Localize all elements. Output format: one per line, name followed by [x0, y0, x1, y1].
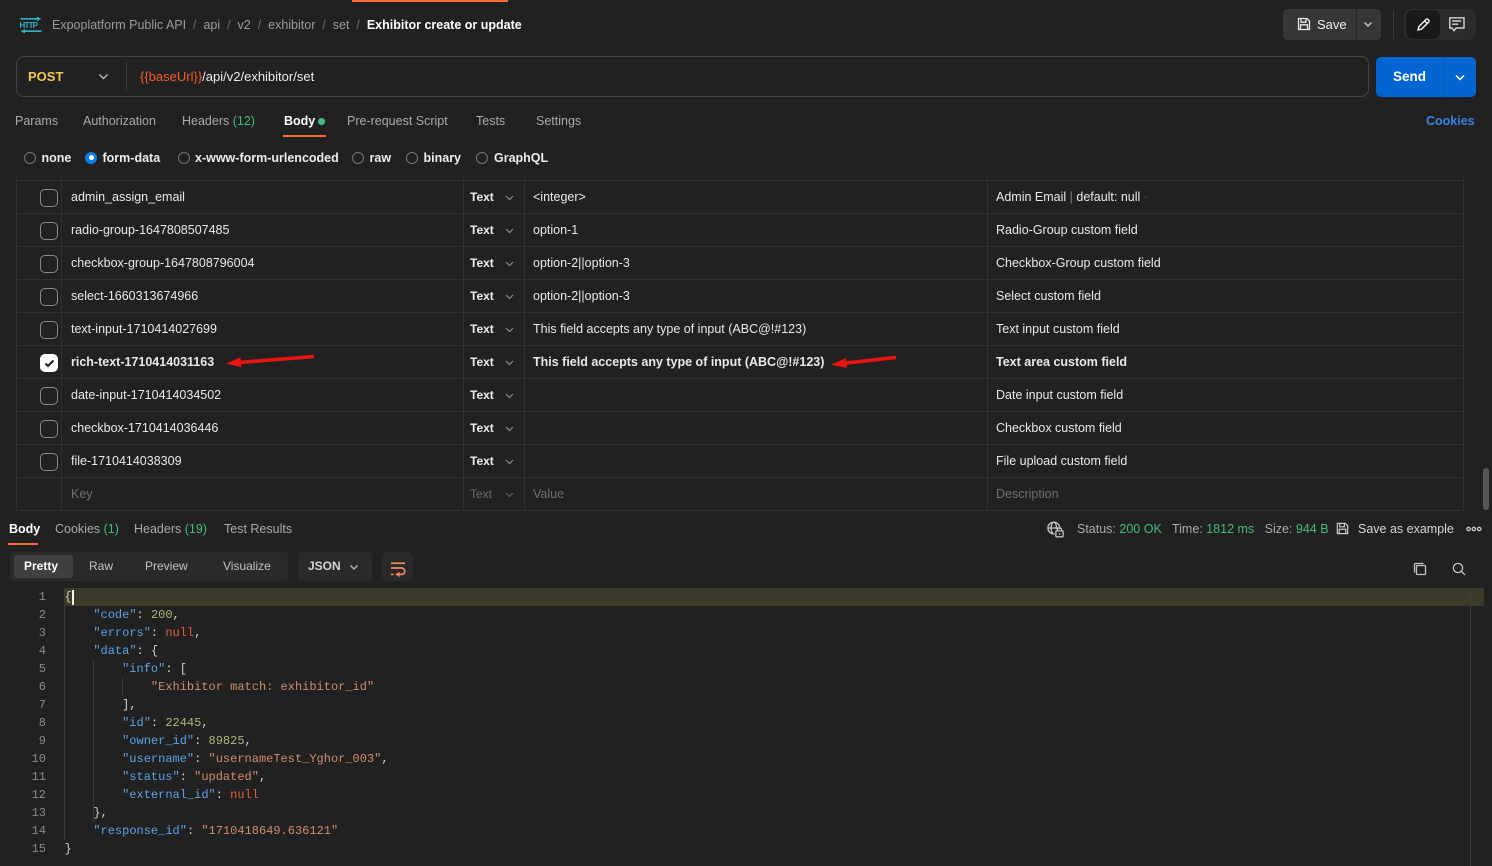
- svg-text:HTTP: HTTP: [20, 21, 39, 30]
